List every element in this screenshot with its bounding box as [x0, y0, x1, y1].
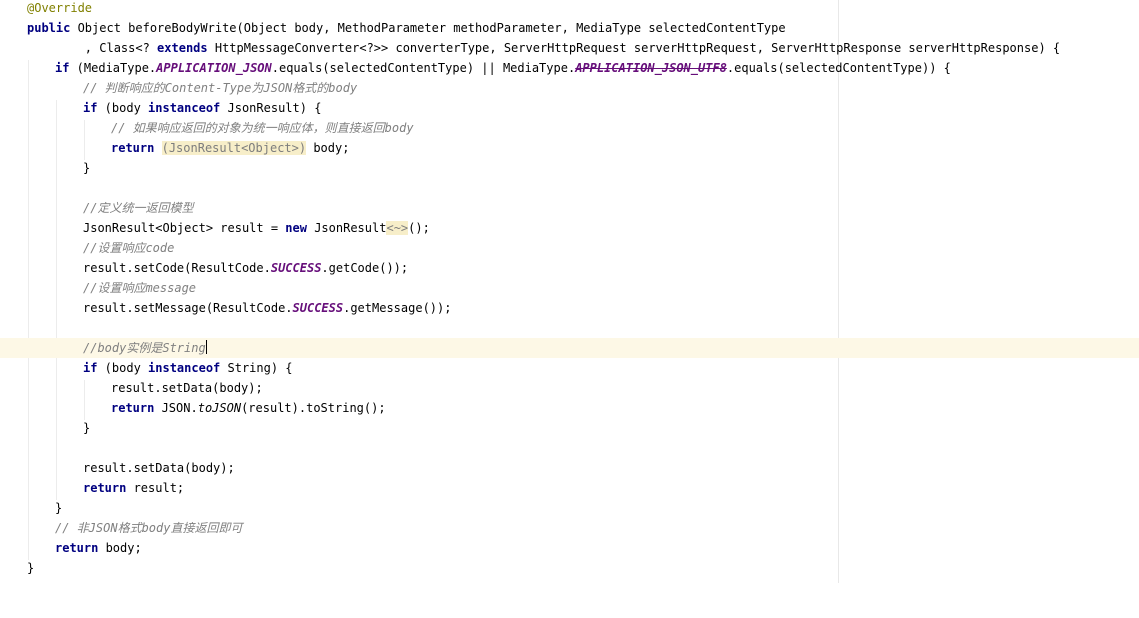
code-text: } — [27, 561, 35, 575]
code-text: .equals(selectedContentType)) { — [726, 61, 951, 75]
deprecated-constant: APPLICATION_JSON_UTF8 — [575, 61, 727, 75]
code-text: result.setData(body); — [111, 381, 263, 395]
comment: //设置响应code — [83, 241, 175, 255]
folded-cast[interactable]: (JsonResult<Object>) — [161, 141, 307, 155]
code-text: (); — [408, 221, 430, 235]
code-line[interactable]: return JSON.toJSON(result).toString(); — [0, 398, 1139, 418]
code-text: } — [83, 161, 91, 175]
code-text: .getCode()); — [321, 261, 409, 275]
code-text: JSON. — [154, 401, 198, 415]
constant: SUCCESS — [270, 261, 322, 275]
code-line[interactable]: result.setData(body); — [0, 458, 1139, 478]
code-text: return JSON.toJSON(result).toString(); — [111, 398, 386, 418]
comment: // 非JSON格式body直接返回即可 — [55, 521, 243, 535]
code-text: (MediaType. — [69, 61, 157, 75]
code-text: result.setMessage(ResultCode.SUCCESS.get… — [83, 298, 451, 318]
code-text: body; — [98, 541, 142, 555]
code-text: , Class<? — [27, 41, 158, 55]
code-text: //body实例是String — [83, 338, 207, 358]
keyword: new — [285, 221, 307, 235]
code-line[interactable]: if (body instanceof String) { — [0, 358, 1139, 378]
code-line[interactable]: return (JsonResult<Object>) body; — [0, 138, 1139, 158]
code-text: JsonResult<Object> result = new JsonResu… — [83, 218, 430, 238]
code-line[interactable]: result.setMessage(ResultCode.SUCCESS.get… — [0, 298, 1139, 318]
code-text: result.setCode(ResultCode.SUCCESS.getCod… — [83, 258, 408, 278]
code-text: result.setCode(ResultCode. — [83, 261, 271, 275]
code-text: (result).toString(); — [241, 401, 386, 415]
keyword: if — [83, 101, 98, 115]
keyword: extends — [157, 41, 208, 55]
code-text: } — [83, 421, 91, 435]
code-line[interactable]: //设置响应message — [0, 278, 1139, 298]
code-text: result.setData(body); — [83, 461, 235, 475]
code-line[interactable]: } — [0, 418, 1139, 438]
code-line[interactable]: return result; — [0, 478, 1139, 498]
code-text: HttpMessageConverter<?>> converterType, … — [207, 41, 1061, 55]
keyword: public — [27, 21, 71, 35]
current-line[interactable]: //body实例是String — [0, 338, 1139, 358]
code-line[interactable]: if (body instanceof JsonResult) { — [0, 98, 1139, 118]
keyword: instanceof — [148, 361, 221, 375]
keyword: if — [83, 361, 98, 375]
code-editor[interactable]: @Override public Object beforeBodyWrite(… — [0, 0, 1139, 583]
comment: // 如果响应返回的对象为统一响应体，则直接返回body — [111, 121, 414, 135]
constant: SUCCESS — [292, 301, 344, 315]
code-line[interactable]: } — [0, 498, 1139, 518]
code-line[interactable]: // 非JSON格式body直接返回即可 — [0, 518, 1139, 538]
code-text: (body — [97, 101, 149, 115]
keyword: return — [83, 481, 127, 495]
code-text: .equals(selectedContentType) || MediaTyp… — [271, 61, 576, 75]
code-line[interactable]: // 判断响应的Content-Type为JSON格式的body — [0, 78, 1139, 98]
static-method: toJSON — [197, 401, 242, 415]
code-line[interactable]: @Override — [0, 0, 1139, 18]
comment: //body实例是String — [83, 341, 206, 355]
code-text: JsonResult<Object> result = — [83, 221, 286, 235]
code-line[interactable]: , Class<? extends HttpMessageConverter<?… — [0, 38, 1139, 58]
code-line[interactable]: //定义统一返回模型 — [0, 198, 1139, 218]
code-text: if (MediaType.APPLICATION_JSON.equals(se… — [55, 58, 951, 78]
code-line[interactable]: //设置响应code — [0, 238, 1139, 258]
code-text: return (JsonResult<Object>) body; — [111, 138, 349, 158]
code-text: .getMessage()); — [343, 301, 452, 315]
code-text: return result; — [83, 478, 184, 498]
code-text: JsonResult) { — [220, 101, 322, 115]
code-text: return body; — [55, 538, 142, 558]
constant: APPLICATION_JSON — [156, 61, 272, 75]
code-text: } — [55, 501, 63, 515]
code-text: String) { — [220, 361, 293, 375]
code-text: if (body instanceof String) { — [83, 358, 293, 378]
code-text: public Object beforeBodyWrite(Object bod… — [27, 18, 786, 38]
comment: // 判断响应的Content-Type为JSON格式的body — [83, 81, 358, 95]
code-text: body; — [306, 141, 350, 155]
code-line[interactable]: } — [0, 158, 1139, 178]
code-line[interactable]: if (MediaType.APPLICATION_JSON.equals(se… — [0, 58, 1139, 78]
keyword: return — [111, 141, 155, 155]
code-line[interactable]: JsonResult<Object> result = new JsonResu… — [0, 218, 1139, 238]
code-line[interactable]: result.setCode(ResultCode.SUCCESS.getCod… — [0, 258, 1139, 278]
folded-diamond[interactable]: <~> — [386, 221, 409, 235]
code-text: (body — [97, 361, 149, 375]
code-text: JsonResult — [306, 221, 387, 235]
code-text: result.setMessage(ResultCode. — [83, 301, 293, 315]
comment: //定义统一返回模型 — [83, 201, 194, 215]
code-text: Object beforeBodyWrite(Object body, Meth… — [70, 21, 786, 35]
code-line[interactable]: public Object beforeBodyWrite(Object bod… — [0, 18, 1139, 38]
code-text: if (body instanceof JsonResult) { — [83, 98, 321, 118]
text-caret — [205, 340, 207, 354]
comment: //设置响应message — [83, 281, 197, 295]
code-line[interactable]: result.setData(body); — [0, 378, 1139, 398]
keyword: if — [55, 61, 70, 75]
keyword: return — [55, 541, 99, 555]
code-text: result; — [126, 481, 185, 495]
code-line[interactable]: // 如果响应返回的对象为统一响应体，则直接返回body — [0, 118, 1139, 138]
code-text: , Class<? extends HttpMessageConverter<?… — [27, 38, 1060, 58]
keyword: return — [111, 401, 155, 415]
code-line[interactable]: } — [0, 558, 1139, 578]
annotation: @Override — [27, 1, 93, 15]
code-line[interactable]: return body; — [0, 538, 1139, 558]
keyword: instanceof — [148, 101, 221, 115]
